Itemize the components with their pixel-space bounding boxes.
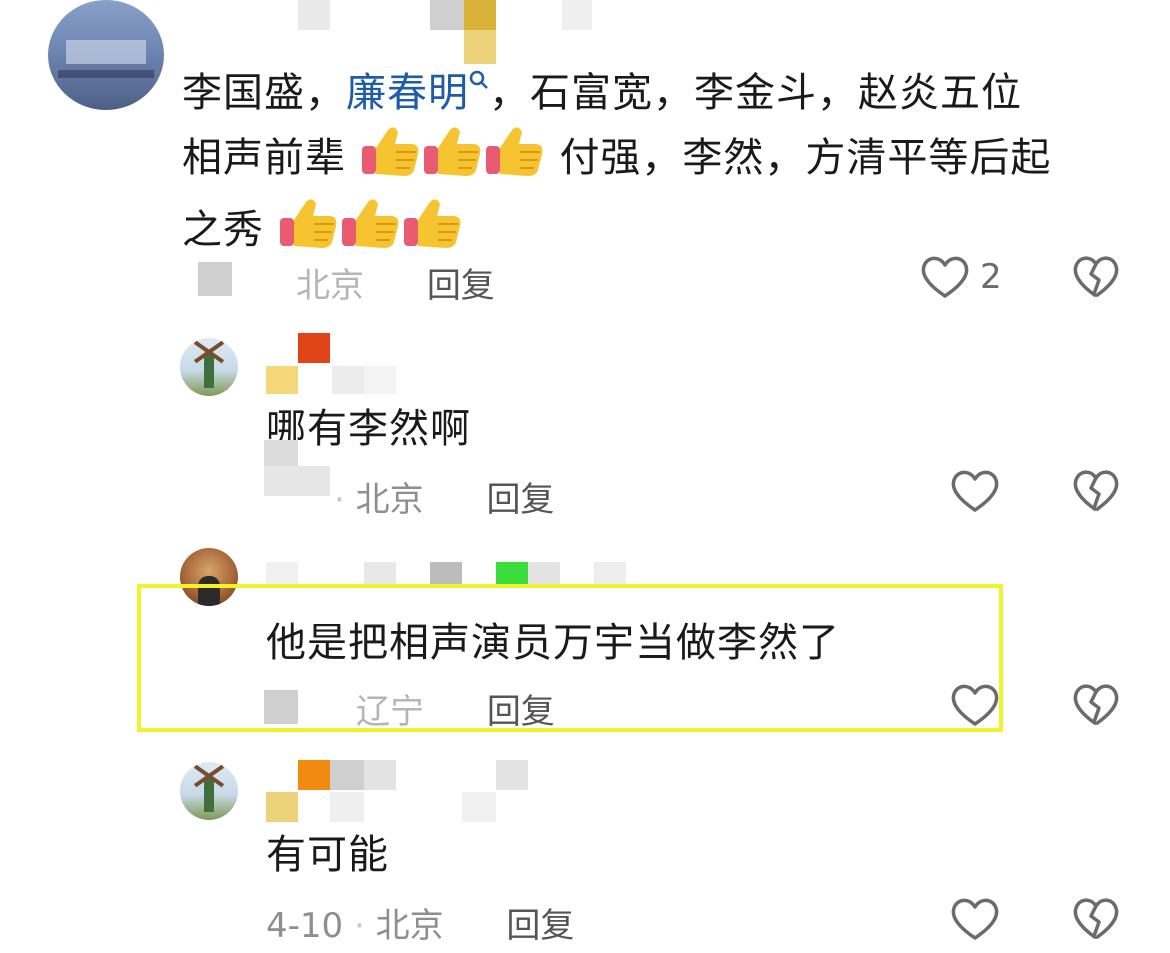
dislike-button[interactable] bbox=[1072, 896, 1120, 942]
heart-icon bbox=[921, 256, 969, 298]
mention-link[interactable]: 廉春明 bbox=[346, 70, 489, 116]
like-button[interactable] bbox=[950, 682, 1000, 728]
comment-meta: 4-10 · 北京 回复 bbox=[266, 906, 575, 946]
username-blur bbox=[364, 760, 396, 790]
username-blur bbox=[298, 760, 330, 790]
reply-button[interactable]: 回复 bbox=[487, 692, 555, 732]
username-blur bbox=[594, 562, 626, 584]
location-label: 北京 bbox=[355, 480, 424, 520]
username-blur bbox=[430, 0, 464, 30]
dislike-button[interactable] bbox=[1072, 254, 1120, 300]
username-blur bbox=[496, 760, 528, 790]
comment-text: 他是把相声演员万宇当做李然了 bbox=[266, 620, 840, 666]
reply-button[interactable]: 回复 bbox=[486, 480, 554, 520]
username-blur bbox=[266, 792, 298, 822]
comment-meta: 北京 回复 bbox=[296, 258, 495, 307]
reply-button[interactable]: 回复 bbox=[506, 906, 574, 946]
search-icon bbox=[469, 70, 488, 89]
comment-text: 李国盛，廉春明 ，石富宽，李金斗，赵炎五位 相声前辈 付强，李然，方清平等后起 之… bbox=[182, 62, 1142, 268]
username-blur bbox=[364, 366, 396, 394]
username-blur bbox=[464, 30, 496, 64]
username-blur bbox=[330, 792, 364, 822]
dislike-button[interactable] bbox=[1072, 682, 1120, 728]
thumbs-up-icon bbox=[484, 124, 546, 196]
comment-meta: 辽宁 回复 bbox=[356, 684, 555, 733]
thumbs-up-icon bbox=[360, 124, 422, 196]
date-label: 4-10 bbox=[266, 906, 344, 946]
username-blur bbox=[266, 366, 298, 394]
username-blur bbox=[298, 0, 330, 30]
username-blur bbox=[332, 366, 364, 394]
username-blur bbox=[330, 760, 364, 790]
username-blur bbox=[430, 562, 462, 584]
dislike-button[interactable] bbox=[1072, 468, 1120, 514]
location-label: 辽宁 bbox=[356, 692, 424, 732]
username-blur bbox=[462, 792, 496, 822]
username-blur bbox=[528, 562, 560, 584]
broken-heart-icon bbox=[1073, 470, 1119, 512]
like-button[interactable]: 2 bbox=[920, 254, 1002, 300]
comment-text: 有可能 bbox=[266, 832, 389, 878]
date-blur bbox=[264, 466, 330, 496]
username-blur bbox=[298, 333, 330, 363]
comment-meta: · 北京 回复 bbox=[334, 480, 555, 520]
broken-heart-icon bbox=[1073, 684, 1119, 726]
username-blur bbox=[464, 0, 496, 30]
username-blur bbox=[496, 562, 528, 584]
avatar[interactable] bbox=[180, 762, 238, 820]
like-button[interactable] bbox=[950, 468, 1000, 514]
heart-icon bbox=[951, 470, 999, 512]
username-blur bbox=[562, 0, 592, 30]
username-blur bbox=[364, 562, 396, 584]
thumbs-up-icon bbox=[422, 124, 484, 196]
location-label: 北京 bbox=[296, 266, 364, 306]
date-blur bbox=[198, 262, 232, 296]
broken-heart-icon bbox=[1073, 898, 1119, 940]
heart-icon bbox=[951, 684, 999, 726]
location-label: 北京 bbox=[375, 906, 444, 946]
heart-icon bbox=[951, 898, 999, 940]
like-count: 2 bbox=[980, 257, 1002, 297]
avatar[interactable] bbox=[48, 0, 164, 110]
reply-button[interactable]: 回复 bbox=[427, 266, 495, 306]
like-button[interactable] bbox=[950, 896, 1000, 942]
date-blur bbox=[264, 440, 298, 466]
avatar[interactable] bbox=[180, 338, 238, 396]
username-blur bbox=[266, 562, 298, 584]
broken-heart-icon bbox=[1073, 256, 1119, 298]
date-blur bbox=[264, 690, 298, 724]
